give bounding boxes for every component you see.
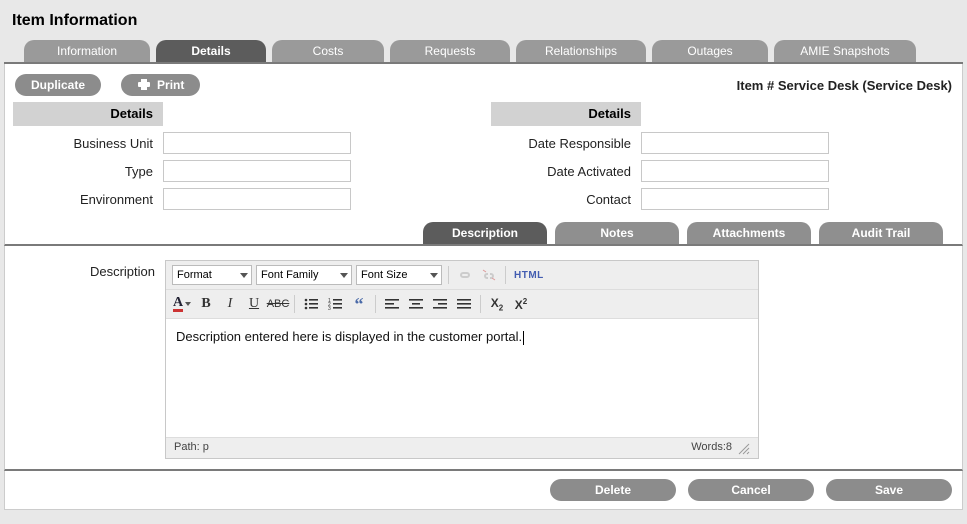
font-family-select[interactable]: Font Family bbox=[256, 265, 352, 285]
page-title: Item Information bbox=[4, 6, 963, 40]
save-button[interactable]: Save bbox=[826, 479, 952, 501]
font-family-label: Font Family bbox=[261, 269, 318, 281]
sub-tabs: Description Notes Attachments Audit Trai… bbox=[4, 222, 963, 246]
svg-text:3: 3 bbox=[328, 306, 331, 310]
unlink-icon[interactable] bbox=[479, 265, 499, 285]
subtab-attachments[interactable]: Attachments bbox=[687, 222, 811, 244]
word-count: Words:8 bbox=[691, 441, 732, 455]
font-size-label: Font Size bbox=[361, 269, 407, 281]
format-label: Format bbox=[177, 269, 212, 281]
tab-information[interactable]: Information bbox=[24, 40, 150, 62]
editor-content[interactable]: Description entered here is displayed in… bbox=[166, 319, 758, 437]
date-responsible-label: Date Responsible bbox=[491, 136, 641, 151]
italic-icon[interactable]: I bbox=[220, 294, 240, 314]
bold-icon[interactable]: B bbox=[196, 294, 216, 314]
cancel-button[interactable]: Cancel bbox=[688, 479, 814, 501]
print-button[interactable]: Print bbox=[121, 74, 200, 96]
text-cursor bbox=[523, 331, 524, 345]
right-details-heading: Details bbox=[491, 102, 641, 126]
environment-field[interactable] bbox=[163, 188, 351, 210]
tab-amie-snapshots[interactable]: AMIE Snapshots bbox=[774, 40, 916, 62]
separator bbox=[505, 266, 506, 284]
rich-text-editor: Format Font Family Font Size HTML A B I … bbox=[165, 260, 759, 459]
text-color-icon[interactable]: A bbox=[172, 294, 192, 314]
print-label: Print bbox=[157, 74, 184, 96]
editor-toolbar-1: Format Font Family Font Size HTML bbox=[166, 261, 758, 290]
left-details-heading: Details bbox=[13, 102, 163, 126]
separator bbox=[375, 295, 376, 313]
separator bbox=[448, 266, 449, 284]
main-tabs: Information Details Costs Requests Relat… bbox=[4, 40, 963, 64]
print-icon bbox=[137, 79, 151, 91]
bullet-list-icon[interactable] bbox=[301, 294, 321, 314]
tab-details[interactable]: Details bbox=[156, 40, 266, 62]
strikethrough-icon[interactable]: ABC bbox=[268, 294, 288, 314]
superscript-icon[interactable]: X2 bbox=[511, 294, 531, 314]
format-select[interactable]: Format bbox=[172, 265, 252, 285]
business-unit-field[interactable] bbox=[163, 132, 351, 154]
resize-handle-icon[interactable] bbox=[736, 441, 750, 455]
delete-button[interactable]: Delete bbox=[550, 479, 676, 501]
duplicate-button[interactable]: Duplicate bbox=[15, 74, 101, 96]
align-left-icon[interactable] bbox=[382, 294, 402, 314]
tab-relationships[interactable]: Relationships bbox=[516, 40, 646, 62]
item-header: Item # Service Desk (Service Desk) bbox=[737, 78, 952, 93]
business-unit-label: Business Unit bbox=[13, 136, 163, 151]
numbered-list-icon[interactable]: 123 bbox=[325, 294, 345, 314]
subtab-notes[interactable]: Notes bbox=[555, 222, 679, 244]
tab-outages[interactable]: Outages bbox=[652, 40, 768, 62]
tab-costs[interactable]: Costs bbox=[272, 40, 384, 62]
subtab-description[interactable]: Description bbox=[423, 222, 547, 244]
link-icon[interactable] bbox=[455, 265, 475, 285]
align-right-icon[interactable] bbox=[430, 294, 450, 314]
contact-label: Contact bbox=[491, 192, 641, 207]
editor-text: Description entered here is displayed in… bbox=[176, 329, 522, 344]
editor-toolbar-2: A B I U ABC 123 “ X2 X2 bbox=[166, 290, 758, 319]
environment-label: Environment bbox=[13, 192, 163, 207]
align-justify-icon[interactable] bbox=[454, 294, 474, 314]
separator bbox=[294, 295, 295, 313]
blockquote-icon[interactable]: “ bbox=[349, 294, 369, 314]
date-responsible-field[interactable] bbox=[641, 132, 829, 154]
html-button[interactable]: HTML bbox=[512, 270, 546, 281]
font-size-select[interactable]: Font Size bbox=[356, 265, 442, 285]
subscript-icon[interactable]: X2 bbox=[487, 294, 507, 314]
contact-field[interactable] bbox=[641, 188, 829, 210]
subtab-audit-trail[interactable]: Audit Trail bbox=[819, 222, 943, 244]
type-label: Type bbox=[13, 164, 163, 179]
type-field[interactable] bbox=[163, 160, 351, 182]
tab-requests[interactable]: Requests bbox=[390, 40, 510, 62]
editor-path: Path: p bbox=[174, 441, 209, 455]
underline-icon[interactable]: U bbox=[244, 294, 264, 314]
date-activated-field[interactable] bbox=[641, 160, 829, 182]
description-label: Description bbox=[15, 260, 165, 459]
date-activated-label: Date Activated bbox=[491, 164, 641, 179]
align-center-icon[interactable] bbox=[406, 294, 426, 314]
separator bbox=[480, 295, 481, 313]
